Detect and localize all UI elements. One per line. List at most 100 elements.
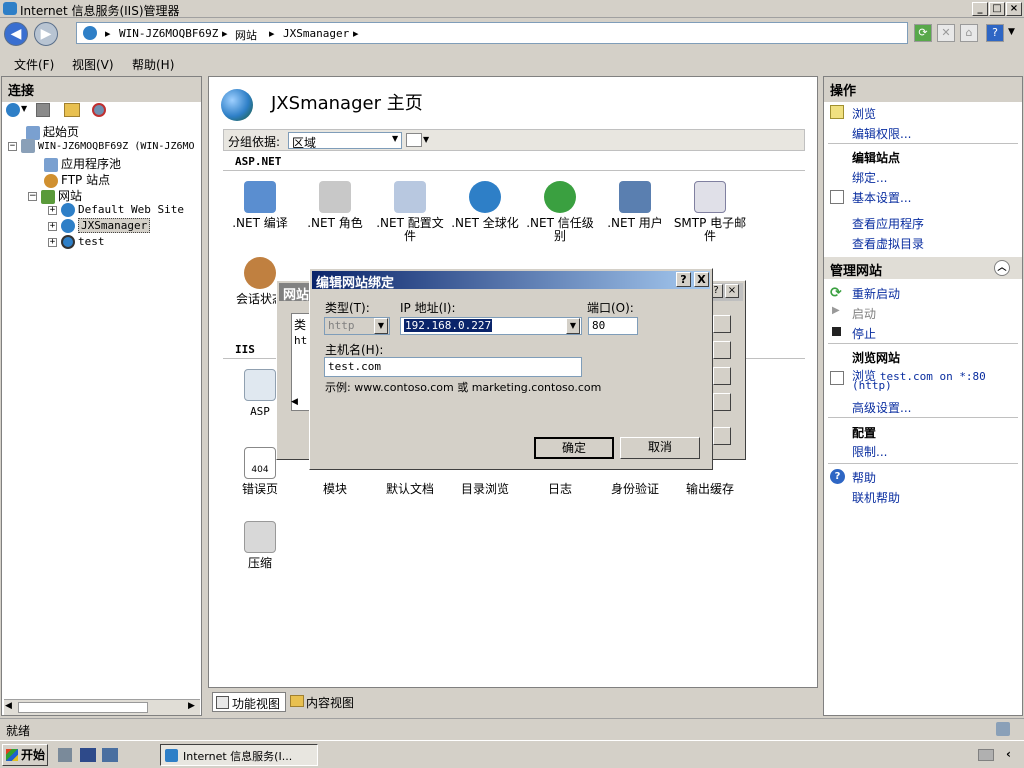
- dialog-close-button[interactable]: X: [694, 272, 709, 287]
- save-icon[interactable]: [36, 103, 50, 117]
- scroll-thumb[interactable]: [18, 702, 148, 713]
- hostname-input[interactable]: test.com: [324, 357, 582, 377]
- tree-sites[interactable]: − 网站: [28, 187, 82, 204]
- explorer-icon[interactable]: [102, 748, 118, 762]
- powershell-icon[interactable]: [80, 748, 96, 762]
- help-icon[interactable]: ?: [986, 24, 1004, 42]
- bg-close-button[interactable]: ×: [725, 284, 739, 298]
- tree-jxsmanager[interactable]: + JXSmanager: [48, 218, 151, 233]
- connect-dropdown-icon[interactable]: ▼: [21, 104, 27, 113]
- action-bindings[interactable]: 绑定...: [852, 169, 887, 186]
- action-limits[interactable]: 限制...: [852, 443, 887, 460]
- taskbar-iis-button[interactable]: Internet 信息服务(I...: [160, 744, 318, 766]
- minimize-button[interactable]: _: [972, 2, 988, 16]
- action-help[interactable]: 帮助: [852, 469, 876, 486]
- network-tray-icon[interactable]: [978, 749, 994, 761]
- connect-icon[interactable]: [6, 103, 20, 117]
- cancel-button[interactable]: 取消: [620, 437, 700, 459]
- expand-icon[interactable]: +: [48, 221, 57, 231]
- expand-icon[interactable]: +: [48, 237, 57, 247]
- disconnect-icon[interactable]: [92, 103, 106, 117]
- refresh-icon[interactable]: ⟳: [914, 24, 932, 42]
- action-view-virtual-dirs[interactable]: 查看虚拟目录: [852, 235, 924, 252]
- tree-start-page[interactable]: 起始页: [26, 123, 79, 140]
- ip-dropdown-icon[interactable]: ▼: [566, 318, 580, 334]
- collapse-icon[interactable]: −: [28, 192, 37, 201]
- home-icon[interactable]: ⌂: [960, 24, 978, 42]
- collapse-section-icon[interactable]: ︿: [994, 260, 1010, 276]
- action-edit-permissions[interactable]: 编辑权限...: [852, 125, 911, 142]
- bg-add-button[interactable]: [713, 315, 731, 333]
- tab-content-view[interactable]: 内容视图: [288, 692, 362, 712]
- action-basic-settings[interactable]: 基本设置...: [852, 189, 911, 206]
- feature-view-icon: [216, 696, 229, 709]
- horizontal-scrollbar[interactable]: ◀ ▶: [4, 699, 200, 715]
- close-button[interactable]: ×: [1006, 2, 1022, 16]
- menu-file[interactable]: 文件(F): [14, 56, 54, 73]
- action-restart[interactable]: 重新启动: [852, 285, 900, 302]
- compression-icon: [244, 521, 276, 553]
- edit-binding-dialog: 编辑网站绑定 ? X 类型(T): http ▼ IP 地址(I): 192.1…: [309, 268, 713, 470]
- start-button[interactable]: 开始: [2, 744, 48, 766]
- feature-net-trust-levels[interactable]: .NET 信任级别: [523, 181, 597, 243]
- bg-dialog-close[interactable]: [713, 427, 731, 445]
- bindings-col-type: 类: [294, 318, 307, 332]
- menu-help[interactable]: 帮助(H): [132, 56, 174, 73]
- feature-net-compilation[interactable]: .NET 编译: [223, 181, 297, 230]
- help-dropdown-icon[interactable]: ▼: [1008, 27, 1015, 37]
- stop-icon[interactable]: ✕: [937, 24, 955, 42]
- feature-net-globalization[interactable]: .NET 全球化: [448, 181, 522, 230]
- feature-compression[interactable]: 压缩: [223, 521, 297, 570]
- feature-net-users[interactable]: .NET 用户: [598, 181, 672, 230]
- action-browse[interactable]: 浏览: [852, 105, 876, 122]
- group-by-select[interactable]: 区域: [288, 132, 402, 149]
- bg-remove-button[interactable]: [713, 367, 731, 385]
- port-input[interactable]: 80: [588, 317, 638, 335]
- bg-edit-button[interactable]: [713, 341, 731, 359]
- view-mode-icon[interactable]: [406, 133, 422, 147]
- tree-test[interactable]: + test: [48, 235, 105, 249]
- menu-view[interactable]: 视图(V): [72, 56, 114, 73]
- collapse-icon[interactable]: −: [8, 141, 17, 151]
- view-mode-dropdown-icon[interactable]: ▼: [423, 135, 429, 144]
- server-manager-icon[interactable]: [58, 748, 72, 762]
- back-icon[interactable]: ◀: [4, 22, 28, 46]
- address-bar[interactable]: ▸ WIN-JZ6MOQBF69Z ▸ 网站 ▸ JXSmanager ▸: [76, 22, 908, 44]
- crumb-sites[interactable]: 网站: [235, 27, 257, 43]
- crumb-server[interactable]: WIN-JZ6MOQBF69Z: [119, 27, 218, 40]
- expand-icon[interactable]: +: [48, 205, 57, 215]
- up-folder-icon[interactable]: [64, 103, 80, 117]
- forward-icon[interactable]: ▶: [34, 22, 58, 46]
- feature-net-profile[interactable]: .NET 配置文件: [373, 181, 447, 243]
- type-dropdown-icon[interactable]: ▼: [374, 318, 388, 334]
- tree-ftp-sites[interactable]: FTP 站点: [44, 171, 110, 188]
- feature-net-roles[interactable]: .NET 角色: [298, 181, 372, 230]
- stopped-globe-icon: [61, 235, 75, 249]
- ip-address-select[interactable]: 192.168.0.227: [400, 317, 582, 335]
- users-icon: [619, 181, 651, 213]
- action-view-applications[interactable]: 查看应用程序: [852, 215, 924, 232]
- dialog-help-button[interactable]: ?: [676, 272, 691, 287]
- action-online-help[interactable]: 联机帮助: [852, 489, 900, 506]
- tree-default-web-site[interactable]: + Default Web Site: [48, 203, 184, 217]
- tab-feature-view[interactable]: 功能视图: [212, 692, 286, 712]
- bindings-scroll-left-icon[interactable]: ◀: [291, 397, 311, 411]
- action-advanced-settings[interactable]: 高级设置...: [852, 399, 911, 416]
- content-view-icon: [290, 695, 304, 707]
- group-dropdown-icon[interactable]: ▼: [392, 134, 398, 143]
- ok-button[interactable]: 确定: [534, 437, 614, 459]
- scroll-right-icon[interactable]: ▶: [188, 701, 195, 711]
- bg-browse-button[interactable]: [713, 393, 731, 411]
- action-stop[interactable]: 停止: [852, 325, 876, 342]
- tray-expand-icon[interactable]: ‹: [1006, 747, 1011, 761]
- tree-app-pools[interactable]: 应用程序池: [44, 155, 121, 172]
- crumb-jxsmanager[interactable]: JXSmanager: [283, 27, 349, 40]
- feature-smtp-email[interactable]: SMTP 电子邮件: [673, 181, 747, 243]
- maximize-button[interactable]: □: [989, 2, 1005, 16]
- tree-server[interactable]: − WIN-JZ6MOQBF69Z (WIN-JZ6MO: [8, 139, 195, 153]
- scroll-left-icon[interactable]: ◀: [5, 701, 12, 711]
- action-browse-site-protocol[interactable]: (http): [852, 379, 892, 392]
- group-by-label: 分组依据:: [228, 135, 281, 149]
- browse-icon: [830, 105, 844, 119]
- edit-site-header: 编辑站点: [852, 151, 901, 165]
